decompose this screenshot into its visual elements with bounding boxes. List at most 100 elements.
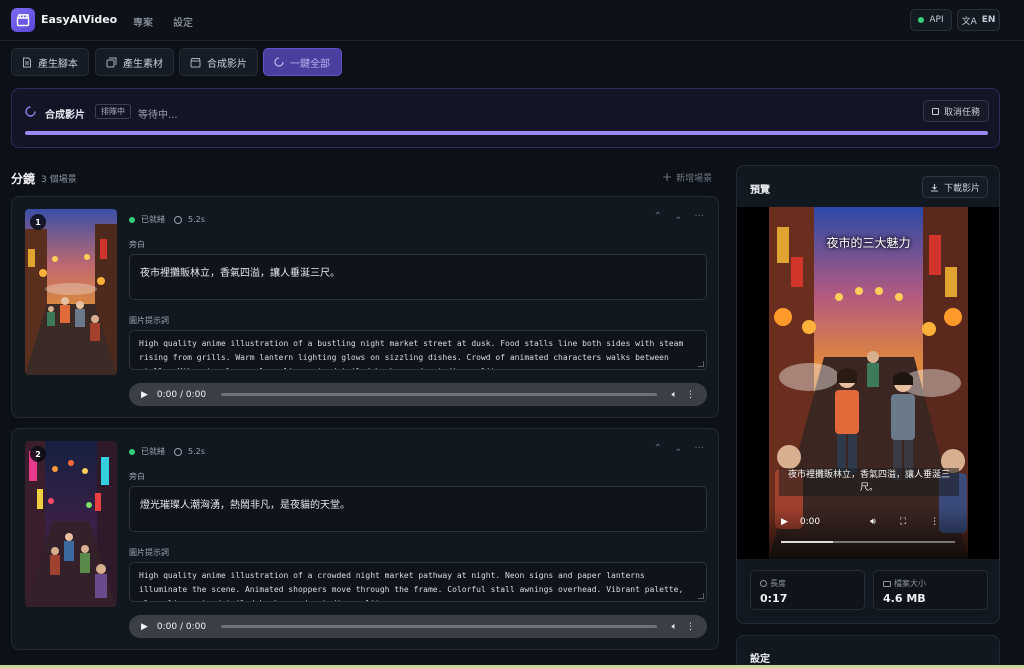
scene-status: 已就緒 5.2s (129, 446, 205, 457)
scene-status-label: 已就緒 (141, 447, 165, 456)
cancel-task-label: 取消任務 (944, 107, 981, 118)
images-icon (106, 57, 117, 67)
length-value: 0:17 (760, 592, 788, 605)
resize-handle[interactable] (698, 361, 704, 367)
video-subtitle: 夜市裡攤販林立，香氣四溢，讓人垂涎三尺。 (779, 468, 959, 496)
scene-toolbar: ⌃ ⌄ ··· (654, 211, 704, 222)
scene-duration: 5.2s (188, 215, 205, 224)
move-down-icon[interactable]: ⌄ (674, 211, 682, 222)
cancel-task-button[interactable]: 取消任務 (923, 100, 990, 122)
nav-projects[interactable]: 專案 (133, 14, 153, 29)
video-player[interactable]: 夜市的三大魅力 夜市裡攤販林立，香氣四溢，讓人垂涎三尺。 ▶ 0:00 🔊︎ ⛶… (737, 207, 999, 559)
loading-spinner-icon (25, 106, 36, 117)
volume-icon[interactable]: 🔊︎ (870, 517, 876, 527)
video-menu-icon[interactable]: ⋮ (930, 517, 939, 527)
video-seek-bar[interactable] (781, 541, 955, 543)
language-button[interactable]: 文A EN (957, 9, 1000, 31)
compose-video-button[interactable]: 合成影片 (179, 48, 258, 76)
add-scene-button[interactable]: + 新增場景 (662, 171, 712, 184)
clock-icon (174, 447, 182, 456)
scene-thumbnail[interactable]: 2 (25, 441, 117, 607)
play-icon[interactable]: ▶ (781, 517, 788, 527)
loading-spinner-icon (274, 57, 284, 67)
generate-script-button[interactable]: 產生腳本 (11, 48, 89, 76)
play-icon[interactable]: ▶ (141, 622, 148, 632)
image-prompt-text: High quality anime illustration of a cro… (139, 571, 684, 601)
scene-toolbar: ⌃ ⌄ ··· (654, 443, 704, 454)
audio-time: 0:00 / 0:00 (156, 389, 207, 400)
app-name[interactable]: EasyAIVideo (41, 13, 117, 26)
download-video-label: 下載影片 (944, 183, 981, 194)
more-options-icon[interactable]: ··· (694, 211, 704, 222)
fullscreen-icon[interactable]: ⛶ (900, 517, 906, 527)
add-scene-label: 新增場景 (676, 174, 713, 184)
image-prompt-field[interactable]: High quality anime illustration of a cro… (129, 562, 707, 602)
scene-status: 已就緒 5.2s (129, 214, 205, 225)
audio-menu-icon[interactable]: ⋮ (686, 390, 695, 400)
move-up-icon[interactable]: ⌃ (654, 211, 662, 222)
ready-dot (129, 448, 135, 455)
scene-duration: 5.2s (188, 447, 205, 456)
audio-time: 0:00 / 0:00 (156, 621, 207, 632)
narration-field[interactable]: 夜市裡攤販林立，香氣四溢，讓人垂涎三尺。 (129, 254, 707, 300)
queue-status-badge: 排隊中 (95, 104, 131, 119)
run-all-button[interactable]: 一鍵全部 (263, 48, 342, 76)
length-stat: 長度 0:17 (750, 570, 865, 610)
progress-bar-fill (25, 131, 988, 135)
audio-player[interactable]: ▶ 0:00 / 0:00 🔈︎ ⋮ (129, 383, 707, 406)
image-prompt-field[interactable]: High quality anime illustration of a bus… (129, 330, 707, 370)
prompt-label: 圖片提示詞 (129, 548, 169, 557)
file-size-label: 檔案大小 (894, 579, 926, 588)
api-label: API (929, 15, 944, 25)
scene-card: 1 已就緒 5.2s ⌃ ⌄ ··· 旁白 夜市裡攤販林立，香氣四溢，讓人垂涎三… (11, 196, 719, 418)
video-frame: 夜市的三大魅力 夜市裡攤販林立，香氣四溢，讓人垂涎三尺。 ▶ 0:00 🔊︎ ⛶… (769, 207, 968, 559)
scene-status-label: 已就緒 (141, 215, 165, 224)
video-title-overlay: 夜市的三大魅力 (826, 236, 911, 250)
progress-bar (25, 131, 988, 135)
square-icon (932, 107, 939, 115)
audio-seek-bar[interactable] (221, 393, 657, 396)
video-controls: ▶ 0:00 🔊︎ ⛶ ⋮ (769, 507, 968, 559)
api-status-button[interactable]: API (910, 9, 952, 31)
run-all-label: 一鍵全部 (290, 58, 330, 70)
task-progress-panel: 合成影片 排隊中 等待中... 取消任務 (11, 88, 1000, 148)
nav-settings[interactable]: 設定 (173, 14, 193, 29)
file-size-value: 4.6 MB (883, 592, 926, 605)
clock-icon (760, 580, 767, 587)
audio-player[interactable]: ▶ 0:00 / 0:00 🔈︎ ⋮ (129, 615, 707, 638)
more-options-icon[interactable]: ··· (694, 443, 704, 454)
audio-seek-bar[interactable] (221, 625, 657, 628)
length-label: 長度 (770, 579, 786, 588)
scene-number: 2 (30, 446, 46, 462)
volume-icon[interactable]: 🔈︎ (672, 390, 677, 400)
task-status-text: 等待中... (138, 110, 178, 121)
language-label: EN (981, 15, 996, 25)
clapperboard-logo-icon[interactable] (11, 8, 35, 32)
image-prompt-text: High quality anime illustration of a bus… (139, 339, 684, 369)
generate-script-label: 產生腳本 (38, 58, 78, 70)
top-bar: EasyAIVideo 專案 設定 API 文A EN (0, 0, 1024, 41)
download-video-button[interactable]: 下載影片 (922, 176, 989, 198)
narration-label: 旁白 (129, 240, 145, 249)
clapperboard-icon (190, 57, 201, 67)
play-icon[interactable]: ▶ (141, 390, 148, 400)
resize-handle[interactable] (698, 593, 704, 599)
move-up-icon[interactable]: ⌃ (654, 443, 662, 454)
download-icon (931, 183, 938, 191)
generate-assets-button[interactable]: 產生素材 (95, 48, 174, 76)
audio-menu-icon[interactable]: ⋮ (686, 622, 695, 632)
settings-panel: 設定 (736, 635, 1000, 668)
narration-field[interactable]: 燈光璀璨人潮洶湧，熱鬧非凡，是夜貓的天堂。 (129, 486, 707, 532)
volume-icon[interactable]: 🔈︎ (672, 622, 677, 632)
ready-dot (129, 216, 135, 223)
scene-count: 3 個場景 (41, 175, 77, 185)
translate-icon: 文A (961, 16, 977, 27)
scene-card: 2 已就緒 5.2s ⌃ ⌄ ··· 旁白 燈光璀璨人潮洶湧，熱鬧非凡，是夜貓的… (11, 428, 719, 650)
prompt-label: 圖片提示詞 (129, 316, 169, 325)
preview-panel: 預覽 下載影片 夜市的三大魅力 夜市裡攤販林立，香氣四溢，讓人垂涎三尺。 ▶ 0… (736, 165, 1000, 624)
api-status-dot (918, 17, 925, 23)
settings-title: 設定 (750, 654, 770, 665)
plus-icon: + (662, 170, 673, 184)
scene-thumbnail[interactable]: 1 (25, 209, 117, 375)
move-down-icon[interactable]: ⌄ (674, 443, 682, 454)
